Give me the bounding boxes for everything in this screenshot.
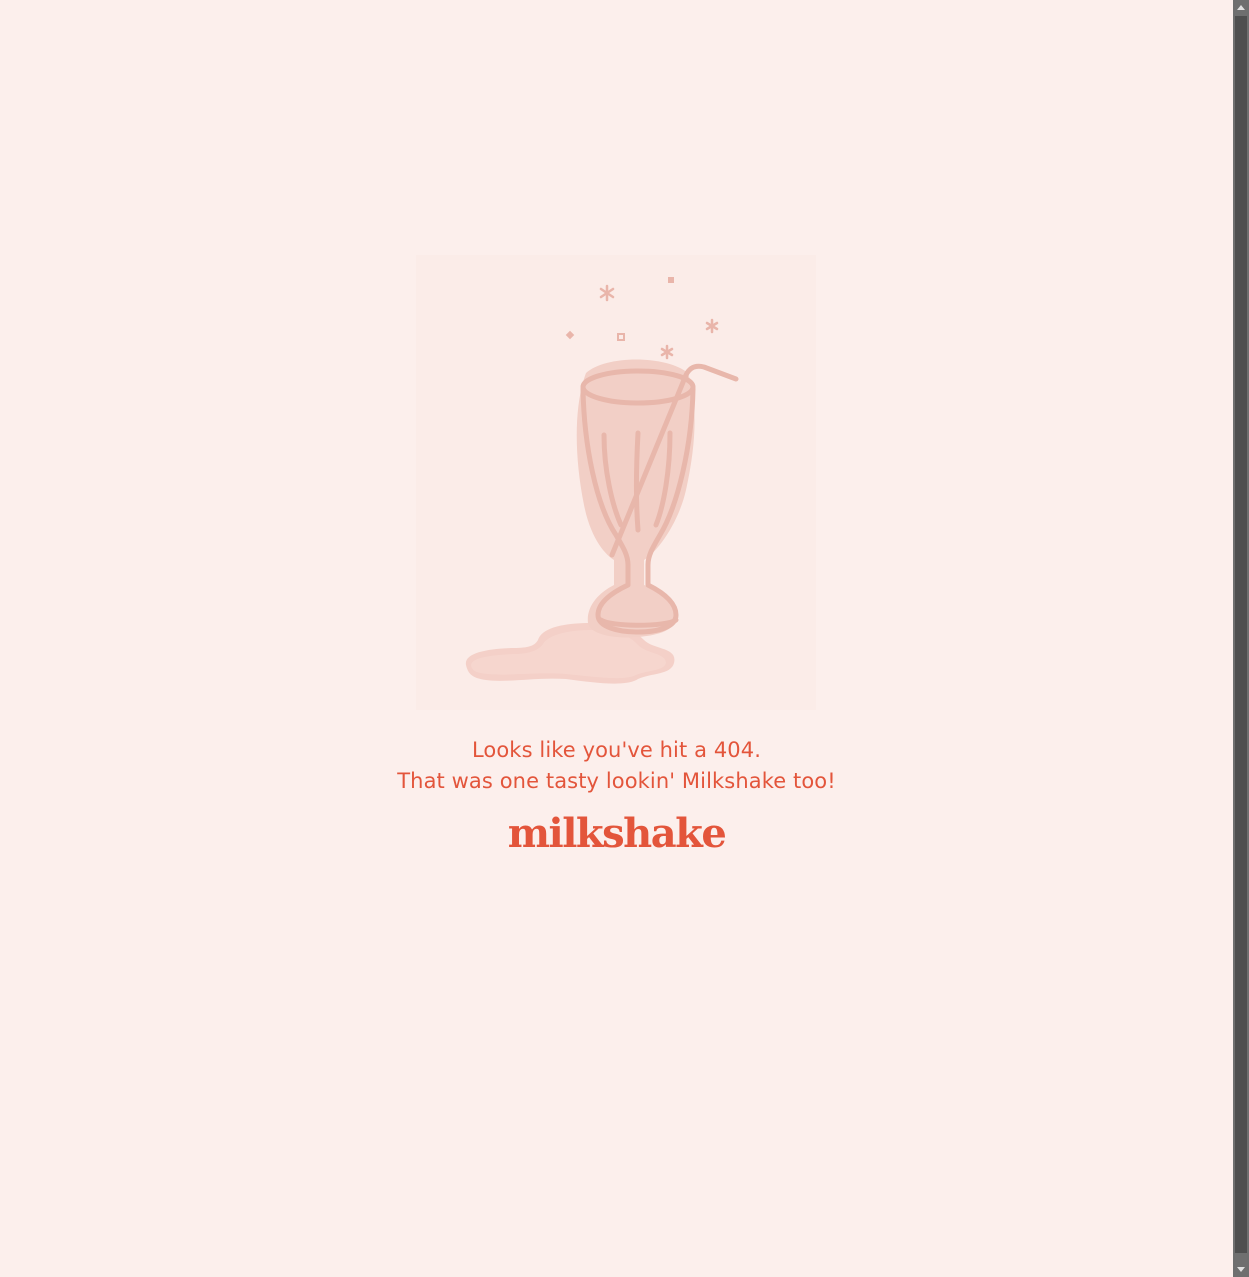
error-message-line-2: That was one tasty lookin' Milkshake too… bbox=[397, 769, 836, 793]
scroll-down-button[interactable] bbox=[1233, 1261, 1249, 1277]
sparkle-icons bbox=[599, 284, 719, 360]
spilled-milkshake-glass-illustration bbox=[416, 255, 816, 710]
scroll-up-arrow-icon bbox=[1237, 5, 1245, 10]
scrollbar-thumb[interactable] bbox=[1235, 16, 1247, 1253]
scroll-up-button[interactable] bbox=[1233, 0, 1249, 16]
milkshake-logo[interactable]: milkshake bbox=[0, 808, 1233, 860]
scroll-down-arrow-icon bbox=[1237, 1267, 1245, 1272]
error-page: Looks like you've hit a 404. That was on… bbox=[0, 0, 1233, 1277]
error-message-line-1: Looks like you've hit a 404. bbox=[471, 738, 762, 762]
